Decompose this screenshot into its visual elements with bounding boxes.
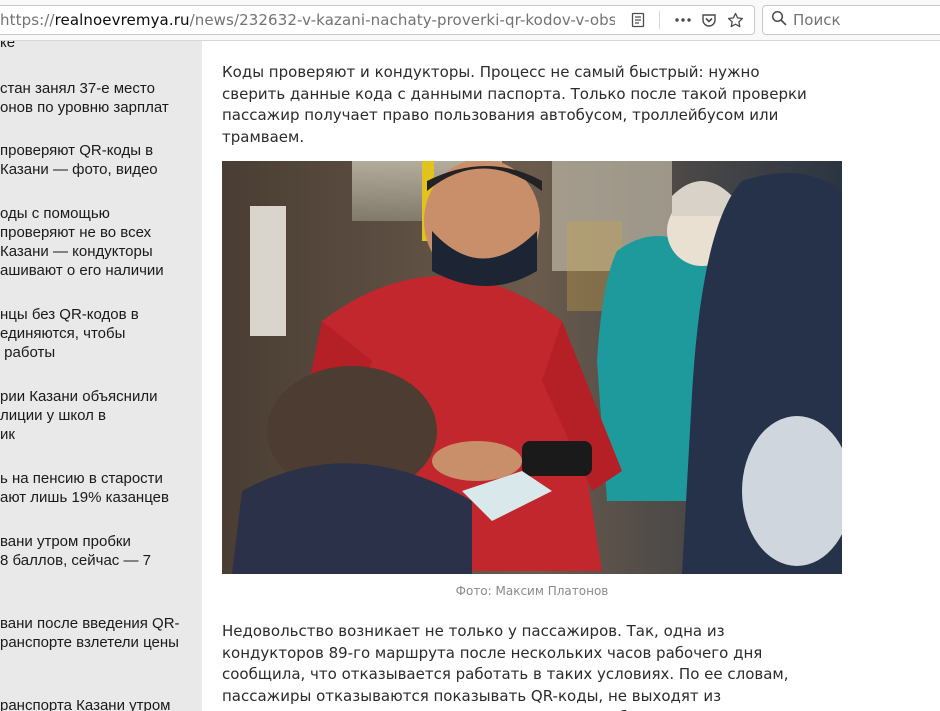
search-bar[interactable] <box>762 5 940 35</box>
news-sidebar: ке стан занял 37-е место онов по уровню … <box>0 41 202 711</box>
sidebar-news-item[interactable]: ранспорта Казани утром <box>0 696 202 711</box>
sidebar-news-item[interactable]: ке <box>0 41 202 52</box>
url-domain: realnoevremya.ru <box>54 11 190 29</box>
sidebar-news-item[interactable]: рии Казани объяснили лиции у школ в ик <box>0 387 202 444</box>
url-bar[interactable]: https://realnoevremya.ru/news/232632-v-k… <box>0 5 755 35</box>
pocket-icon[interactable] <box>696 7 722 33</box>
sidebar-news-item[interactable]: ь на пенсию в старости ают лишь 19% каза… <box>0 469 202 507</box>
sidebar-news-item[interactable]: проверяют QR-коды в Казани — фото, видео <box>0 141 202 179</box>
article-photo[interactable] <box>222 161 842 574</box>
bookmark-star-icon[interactable] <box>722 7 748 33</box>
sidebar-news-item[interactable]: вани утром пробки 8 баллов, сейчас — 7 <box>0 532 202 570</box>
article-paragraph: Коды проверяют и кондукторы. Процесс не … <box>222 63 807 146</box>
search-icon <box>771 10 787 30</box>
sidebar-news-item[interactable]: оды с помощью проверяют не во всех Казан… <box>0 204 202 280</box>
search-input[interactable] <box>793 11 933 29</box>
url-separator <box>659 11 660 29</box>
url-text[interactable]: https://realnoevremya.ru/news/232632-v-k… <box>0 11 615 29</box>
sidebar-news-item[interactable]: стан занял 37-е место онов по уровню зар… <box>0 79 202 117</box>
url-actions <box>625 6 748 34</box>
url-scheme: https:// <box>0 11 55 29</box>
more-actions-icon[interactable] <box>670 7 696 33</box>
article-paragraph: Недовольство возникает не только у пасса… <box>222 622 789 711</box>
photo-illustration <box>222 161 842 574</box>
browser-toolbar: https://realnoevremya.ru/news/232632-v-k… <box>0 0 940 41</box>
article-body: Коды проверяют и кондукторы. Процесс не … <box>202 41 940 711</box>
reader-view-icon[interactable] <box>625 7 651 33</box>
sidebar-news-item[interactable]: нцы без QR-кодов в единяются, чтобы рабо… <box>0 305 202 362</box>
sidebar-news-item[interactable]: вани после введения QR- ранспорте взлете… <box>0 614 202 652</box>
photo-caption: Фото: Максим Платонов <box>455 584 609 598</box>
url-path: /news/232632-v-kazani-nachaty-proverki-q… <box>189 11 615 29</box>
